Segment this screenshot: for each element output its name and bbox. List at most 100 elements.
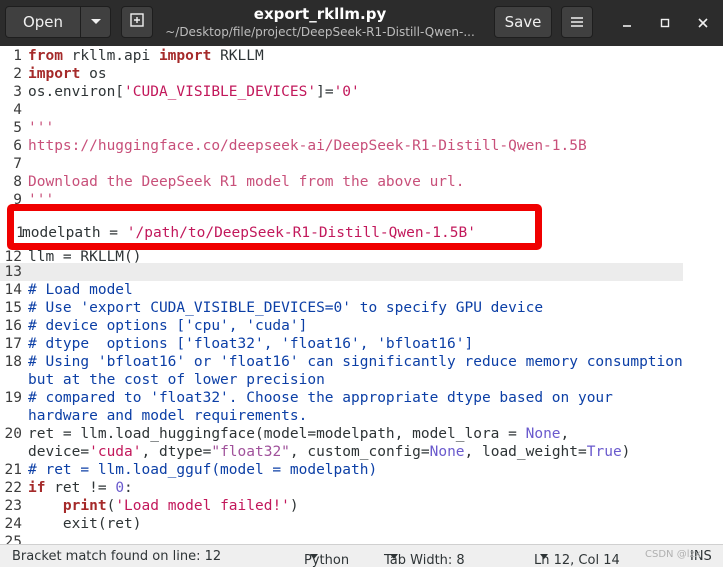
- code-line[interactable]: 7: [0, 155, 683, 173]
- line-number: 8: [13, 174, 22, 190]
- line-number: 17: [4, 336, 22, 352]
- language-label: Python: [304, 553, 350, 568]
- code-token: , custom_config=: [289, 444, 430, 460]
- language-selector[interactable]: Python: [304, 549, 349, 568]
- code-editor[interactable]: 1 from rkllm.api import RKLLM 2 import os …: [0, 46, 723, 544]
- code-token: True: [586, 444, 622, 460]
- open-button-label[interactable]: Open: [6, 7, 80, 37]
- open-button[interactable]: Open: [5, 6, 111, 38]
- code-token: # dtype options ['float32', 'float16', '…: [28, 336, 474, 352]
- code-line[interactable]: 1 from rkllm.api import RKLLM: [0, 47, 683, 65]
- line-number: 20: [4, 426, 22, 442]
- code-token: 'Load model failed!': [115, 498, 290, 514]
- code-token: rkllm.api: [62, 48, 159, 64]
- code-token: hardware and model requirements.: [28, 408, 308, 424]
- new-document-icon: [129, 12, 145, 32]
- save-button[interactable]: Save: [494, 6, 552, 38]
- line-number: 16: [4, 318, 22, 334]
- code-token: https://huggingface.co/deepseek-ai/DeepS…: [28, 138, 587, 154]
- line-number: [0, 407, 22, 425]
- line-number: 25: [4, 534, 22, 544]
- line-number: 23: [4, 498, 22, 514]
- line-number: 13: [4, 264, 22, 280]
- code-token: , load_weight=: [464, 444, 587, 460]
- highlight-annotation-box: 1 modelpath = '/path/to/DeepSeek-R1-Dist…: [7, 204, 542, 250]
- code-token: , dtype=: [141, 444, 212, 460]
- code-token: "float32": [211, 444, 290, 460]
- code-token: ): [289, 498, 299, 514]
- code-line[interactable]: 2 import os: [0, 65, 683, 83]
- code-token: exit(ret): [28, 516, 142, 532]
- maximize-icon: [660, 18, 670, 28]
- code-token: # device options ['cpu', 'cuda']: [28, 318, 308, 334]
- line-number: 7: [13, 156, 22, 172]
- code-line[interactable]: 20 ret = llm.load_huggingface(model=model…: [0, 425, 683, 443]
- code-token: # compared to 'float32'. Choose the appr…: [28, 390, 613, 406]
- code-token: None: [429, 444, 465, 460]
- code-token: from: [28, 48, 63, 64]
- code-line[interactable]: 21 # ret = llm.load_gguf(model = modelpat…: [0, 461, 683, 479]
- code-line[interactable]: 24 exit(ret): [0, 515, 683, 533]
- code-line[interactable]: 8 Download the DeepSeek R1 model from the…: [0, 173, 683, 191]
- code-token: # ret = llm.load_gguf(model = modelpath): [28, 462, 378, 478]
- code-line[interactable]: but at the cost of lower precision: [0, 371, 683, 389]
- minimize-button[interactable]: [617, 13, 637, 33]
- line-number: 19: [4, 390, 22, 406]
- code-line[interactable]: 5 ''': [0, 119, 683, 137]
- watermark: CSDN @lzx: [645, 549, 701, 560]
- code-token: ret !=: [45, 480, 116, 496]
- code-line[interactable]: device='cuda', dtype="float32", custom_c…: [0, 443, 683, 461]
- code-line[interactable]: 19 # compared to 'float32'. Choose the ap…: [0, 389, 683, 407]
- code-line[interactable]: 4: [0, 101, 683, 119]
- code-line[interactable]: 23 print('Load model failed!'): [0, 497, 683, 515]
- line-number: [0, 443, 22, 461]
- current-line[interactable]: 13: [0, 263, 683, 281]
- cursor-position-selector[interactable]: Ln 12, Col 14: [534, 549, 620, 568]
- code-token: but at the cost of lower precision: [28, 372, 325, 388]
- code-token: ]=: [316, 84, 334, 100]
- code-line[interactable]: 17 # dtype options ['float32', 'float16',…: [0, 335, 683, 353]
- line-number: 21: [4, 462, 22, 478]
- code-token: if: [28, 480, 46, 496]
- line-number: [0, 371, 22, 389]
- code-line[interactable]: 18 # Using 'bfloat16' or 'float16' can si…: [0, 353, 683, 371]
- line-number: 18: [4, 354, 22, 370]
- tab-width-selector[interactable]: Tab Width: 8: [384, 549, 465, 568]
- code-lines[interactable]: 1 from rkllm.api import RKLLM 2 import os …: [0, 47, 683, 544]
- open-menu-chevron-down-icon[interactable]: [81, 7, 110, 37]
- code-token: 'CUDA_VISIBLE_DEVICES': [124, 84, 317, 100]
- code-line[interactable]: 6 https://huggingface.co/deepseek-ai/Deep…: [0, 137, 683, 155]
- line-number: 2: [13, 66, 22, 82]
- code-line[interactable]: hardware and model requirements.: [0, 407, 683, 425]
- line-number: 14: [4, 282, 22, 298]
- code-token: os.environ[: [28, 84, 125, 100]
- line-number: 15: [4, 300, 22, 316]
- code-token: modelpath =: [22, 225, 127, 241]
- header-bar: Open export_rkllm.py ~/Desktop/file/proj…: [0, 0, 723, 46]
- code-line[interactable]: 3 os.environ['CUDA_VISIBLE_DEVICES']='0': [0, 83, 683, 101]
- code-token: :: [124, 480, 133, 496]
- new-tab-button[interactable]: [121, 6, 153, 38]
- code-token: 'cuda': [89, 444, 142, 460]
- code-token: import: [158, 48, 212, 64]
- code-line[interactable]: 14 # Load model: [0, 281, 683, 299]
- code-token: os: [80, 66, 107, 82]
- code-line[interactable]: 22 if ret != 0:: [0, 479, 683, 497]
- code-token: ret = llm.load_huggingface(model=modelpa…: [28, 426, 526, 442]
- maximize-button[interactable]: [655, 13, 675, 33]
- code-line[interactable]: 25: [0, 533, 683, 544]
- file-path: ~/Desktop/file/project/DeepSeek-R1-Disti…: [165, 25, 475, 39]
- code-token: # Load model: [28, 282, 133, 298]
- line-number: 6: [13, 138, 22, 154]
- line-number: 4: [13, 102, 22, 118]
- code-token: '/path/to/DeepSeek-R1-Distill-Qwen-1.5B': [126, 225, 476, 241]
- close-button[interactable]: [693, 13, 713, 33]
- code-line[interactable]: 16 # device options ['cpu', 'cuda']: [0, 317, 683, 335]
- code-token: ,: [560, 426, 570, 442]
- code-line[interactable]: 15 # Use 'export CUDA_VISIBLE_DEVICES=0' …: [0, 299, 683, 317]
- hamburger-menu-button[interactable]: [561, 6, 593, 38]
- status-bar: Bracket match found on line: 12 Python T…: [0, 544, 723, 568]
- code-token: # Use 'export CUDA_VISIBLE_DEVICES=0' to…: [28, 300, 544, 316]
- code-token: None: [525, 426, 561, 442]
- line-number: 1: [13, 48, 22, 64]
